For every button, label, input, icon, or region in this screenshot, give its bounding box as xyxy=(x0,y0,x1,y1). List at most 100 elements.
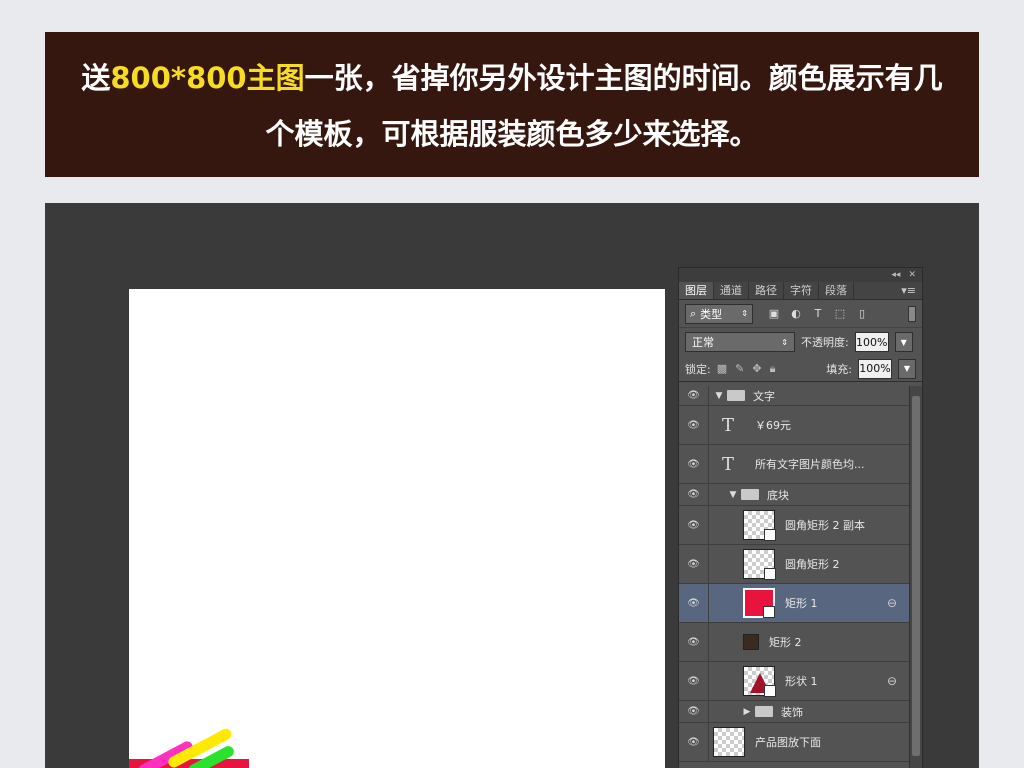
opacity-dropdown-button[interactable]: ▼ xyxy=(894,332,913,352)
updown-icon: ⇕ xyxy=(741,309,748,318)
vector-mask-icon xyxy=(764,568,776,580)
layer-row[interactable]: 👁︎ ▼ 底块 xyxy=(679,484,909,506)
lock-position-icon[interactable]: ✥ xyxy=(752,362,761,376)
link-icon: ⊖ xyxy=(886,596,897,610)
layers-panel: ◂◂ ✕ 图层 通道 路径 字符 段落 ▾≡ ⌕ 类型 ⇕ ▣ ◐ T ⬚ ▯ xyxy=(678,267,923,768)
folder-icon xyxy=(741,489,759,500)
layer-thumbnail xyxy=(743,666,776,697)
layer-thumbnail xyxy=(713,727,745,757)
visibility-eye-icon[interactable]: 👁︎ xyxy=(679,445,709,483)
tab-character[interactable]: 字符 xyxy=(784,282,819,299)
visibility-eye-icon[interactable]: 👁︎ xyxy=(679,506,709,544)
panel-titlebar: ◂◂ ✕ xyxy=(679,268,922,282)
shape-filter-icon[interactable]: ⬚ xyxy=(833,307,847,320)
lock-transparency-icon[interactable]: ▩ xyxy=(717,362,727,376)
layer-name: 产品图放下面 xyxy=(755,736,821,749)
layer-row[interactable]: 👁︎ ▼ 文字 xyxy=(679,386,909,406)
blend-mode-select[interactable]: 正常 ⇕ xyxy=(685,332,795,352)
visibility-eye-icon[interactable]: 👁︎ xyxy=(679,584,709,622)
scrollbar-thumb[interactable] xyxy=(912,396,920,756)
folder-icon xyxy=(727,390,745,401)
lock-paint-icon[interactable]: ✎ xyxy=(735,362,744,376)
blend-row: 正常 ⇕ 不透明度: 100% ▼ xyxy=(679,328,922,356)
filter-icons: ▣ ◐ T ⬚ ▯ xyxy=(767,307,869,320)
layer-row[interactable]: 👁︎ 圆角矩形 2 副本 xyxy=(679,506,909,545)
link-icon: ⊖ xyxy=(886,674,897,688)
expand-arrow-icon[interactable]: ▶ xyxy=(741,707,753,717)
lock-icons: ▩ ✎ ✥ 🔒︎ xyxy=(717,362,776,376)
panel-tabs: 图层 通道 路径 字符 段落 ▾≡ xyxy=(679,282,922,300)
layer-name: 底块 xyxy=(767,488,789,502)
visibility-eye-icon[interactable]: 👁︎ xyxy=(679,484,709,505)
vector-mask-icon xyxy=(764,529,776,541)
layer-name: 圆角矩形 2 副本 xyxy=(785,519,865,532)
fill-input[interactable]: 100% xyxy=(858,358,892,379)
fill-dropdown-button[interactable]: ▼ xyxy=(898,358,916,379)
filter-type-select[interactable]: ⌕ 类型 ⇕ xyxy=(685,303,753,324)
text-layer-icon: T xyxy=(721,414,734,436)
layer-name: 圆角矩形 2 xyxy=(785,558,840,571)
layer-name: 矩形 1 xyxy=(785,597,818,610)
tab-channels[interactable]: 通道 xyxy=(714,282,749,299)
photoshop-workspace: ◂◂ ✕ 图层 通道 路径 字符 段落 ▾≡ ⌕ 类型 ⇕ ▣ ◐ T ⬚ ▯ xyxy=(45,203,979,768)
banner-line-2: 个模板，可根据服装颜色多少来选择。 xyxy=(265,117,759,151)
opacity-label: 不透明度: xyxy=(801,336,849,349)
updown-icon: ⇕ xyxy=(781,337,788,347)
vector-mask-icon xyxy=(763,606,775,618)
vector-mask-icon xyxy=(764,685,776,697)
filter-toggle[interactable] xyxy=(908,305,916,322)
lock-row: 锁定: ▩ ✎ ✥ 🔒︎ 填充: 100% ▼ xyxy=(679,356,922,382)
tab-layers[interactable]: 图层 xyxy=(679,282,714,299)
panel-menu-icon[interactable]: ▾≡ xyxy=(901,282,922,299)
expand-arrow-icon[interactable]: ▼ xyxy=(727,490,739,500)
layer-name: 形状 1 xyxy=(785,675,818,688)
layer-row-selected[interactable]: 👁︎ 矩形 1 ⊖ xyxy=(679,584,909,623)
layer-thumbnail xyxy=(743,634,759,650)
smart-object-filter-icon[interactable]: ▯ xyxy=(855,307,869,320)
pixel-filter-icon[interactable]: ▣ xyxy=(767,307,781,320)
layer-row[interactable]: 👁︎ 矩形 2 xyxy=(679,623,909,662)
adjustment-filter-icon[interactable]: ◐ xyxy=(789,307,803,320)
layer-name: 文字 xyxy=(753,389,775,403)
fill-label: 填充: xyxy=(826,362,852,376)
opacity-input[interactable]: 100% xyxy=(854,332,889,352)
layer-name: 矩形 2 xyxy=(769,636,802,649)
layer-name: 所有文字图片颜色均... xyxy=(755,458,865,471)
visibility-eye-icon[interactable]: 👁︎ xyxy=(679,701,709,722)
layer-row[interactable]: 👁︎ 形状 1 ⊖ xyxy=(679,662,909,701)
lock-label: 锁定: xyxy=(685,362,711,376)
promo-banner: 送800*800主图一张，省掉你另外设计主图的时间。颜色展示有几 个模板，可根据… xyxy=(45,32,979,177)
lock-all-icon[interactable]: 🔒︎ xyxy=(770,362,776,376)
banner-highlight: 800*800主图 xyxy=(110,61,305,95)
document-canvas[interactable] xyxy=(129,289,665,768)
layer-row[interactable]: 👁︎ 产品图放下面 xyxy=(679,723,909,762)
banner-line-1: 送800*800主图一张，省掉你另外设计主图的时间。颜色展示有几 xyxy=(81,61,943,95)
layer-name: 装饰 xyxy=(781,705,803,719)
text-filter-icon[interactable]: T xyxy=(811,307,825,320)
collapse-icon[interactable]: ◂◂ xyxy=(891,270,900,280)
tab-paths[interactable]: 路径 xyxy=(749,282,784,299)
layer-row[interactable]: 👁︎ T ￥69元 xyxy=(679,406,909,445)
folder-icon xyxy=(755,706,773,717)
visibility-eye-icon[interactable]: 👁︎ xyxy=(679,406,709,444)
layers-scrollbar[interactable] xyxy=(909,386,922,768)
visibility-eye-icon[interactable]: 👁︎ xyxy=(679,623,709,661)
layers-list: 👁︎ ▼ 文字 👁︎ T ￥69元 👁︎ T 所有文字图片颜色均... 👁︎ ▼… xyxy=(679,386,909,768)
tab-paragraph[interactable]: 段落 xyxy=(819,282,854,299)
filter-row: ⌕ 类型 ⇕ ▣ ◐ T ⬚ ▯ xyxy=(679,300,922,328)
layer-thumbnail xyxy=(743,549,776,580)
visibility-eye-icon[interactable]: 👁︎ xyxy=(679,662,709,700)
layer-row[interactable]: 👁︎ T 所有文字图片颜色均... xyxy=(679,445,909,484)
layer-thumbnail xyxy=(743,588,775,618)
visibility-eye-icon[interactable]: 👁︎ xyxy=(679,723,709,761)
search-icon: ⌕ xyxy=(690,306,697,320)
layer-row[interactable]: 👁︎ 圆角矩形 2 xyxy=(679,545,909,584)
close-icon[interactable]: ✕ xyxy=(908,270,916,280)
expand-arrow-icon[interactable]: ▼ xyxy=(713,391,725,401)
visibility-eye-icon[interactable]: 👁︎ xyxy=(679,545,709,583)
layer-row[interactable]: 👁︎ ▶ 装饰 xyxy=(679,701,909,723)
layer-name: ￥69元 xyxy=(755,419,791,432)
visibility-eye-icon[interactable]: 👁︎ xyxy=(679,386,709,405)
layer-thumbnail xyxy=(743,510,776,541)
text-layer-icon: T xyxy=(721,453,734,475)
